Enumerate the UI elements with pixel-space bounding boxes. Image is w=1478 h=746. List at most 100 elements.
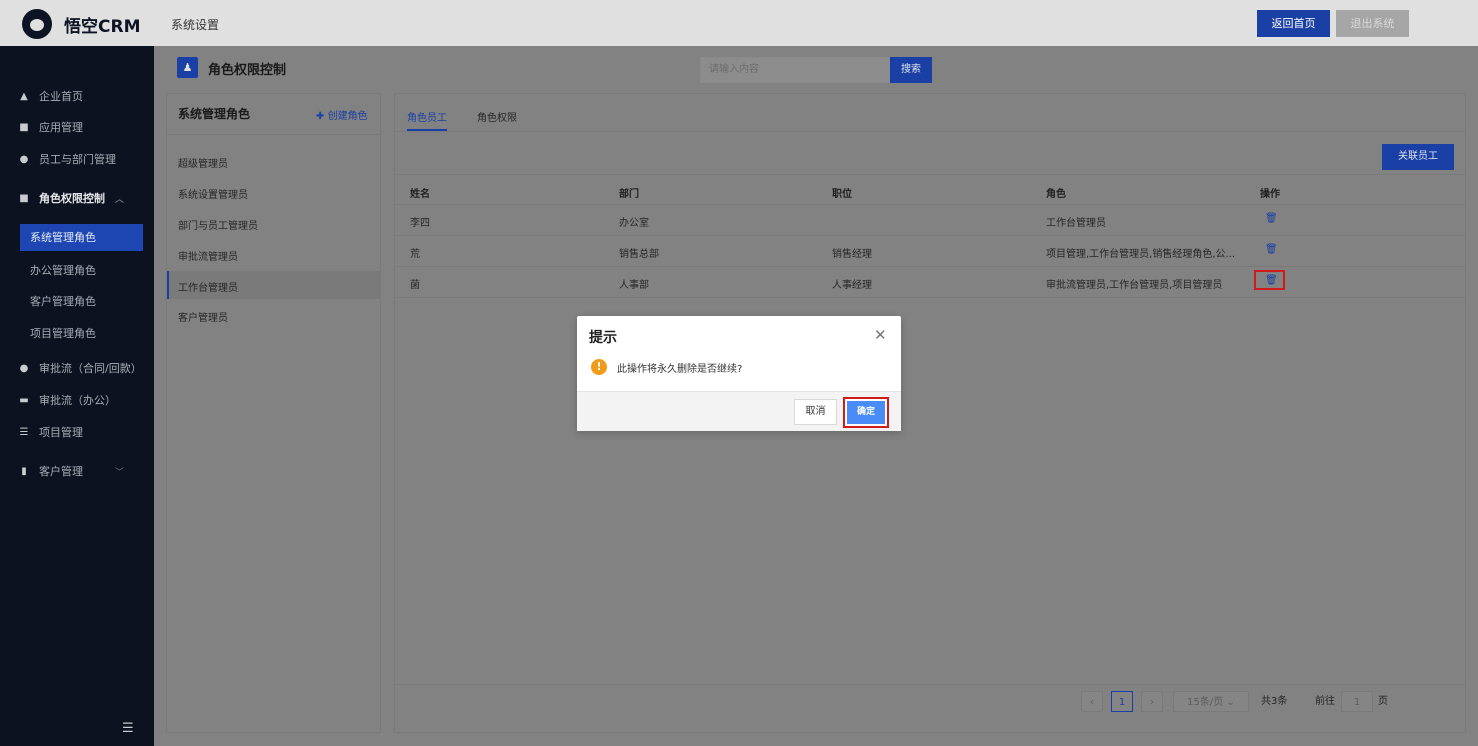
sidebar-item-employees[interactable]: ● 员工与部门管理 bbox=[18, 149, 116, 169]
monitor-icon: ▬ bbox=[19, 394, 29, 406]
exit-system-button[interactable]: 退出系统 bbox=[1336, 10, 1409, 37]
warning-icon: ! bbox=[591, 359, 607, 375]
page-number-current[interactable]: 1 bbox=[1111, 691, 1133, 712]
cell-dept: 销售总部 bbox=[619, 249, 659, 260]
create-role-button[interactable]: ✚ 创建角色 bbox=[316, 107, 368, 122]
create-role-label: 创建角色 bbox=[327, 111, 368, 122]
trash-icon[interactable]: 🗑 bbox=[1265, 244, 1278, 255]
role-panel: 系统管理角色 ✚ 创建角色 超级管理员 系统设置管理员 部门与员工管理员 审批流… bbox=[166, 93, 381, 733]
search-button[interactable]: 搜索 bbox=[890, 57, 932, 83]
goto-page-input[interactable]: 1 bbox=[1341, 691, 1373, 712]
page-unit-label: 页 bbox=[1378, 696, 1388, 707]
sidebar-item-projects[interactable]: ☰ 项目管理 bbox=[18, 422, 83, 442]
confirm-button[interactable]: 确定 bbox=[847, 401, 885, 424]
sidebar-sub-project-role[interactable]: 项目管理角色 bbox=[30, 325, 96, 341]
sidebar-sub-system-role[interactable]: 系统管理角色 bbox=[20, 224, 143, 251]
list-icon: ☰ bbox=[19, 426, 29, 438]
page-size-select[interactable]: 15条/页 ⌄ bbox=[1173, 691, 1249, 712]
top-bar: 悟空CRM 系统设置 返回首页 退出系统 bbox=[0, 0, 1478, 46]
cell-role: 工作台管理员 bbox=[1046, 218, 1106, 229]
cell-name: 菌 bbox=[410, 280, 420, 291]
sidebar-item-apps[interactable]: ■ 应用管理 bbox=[18, 117, 83, 137]
sidebar-item-permissions[interactable]: ■ 角色权限控制 ︿ bbox=[18, 188, 140, 208]
role-item[interactable]: 部门与员工管理员 bbox=[178, 217, 258, 232]
users-icon: ● bbox=[19, 153, 29, 165]
total-count: 共3条 bbox=[1261, 696, 1288, 707]
dialog-title: 提示 bbox=[589, 330, 617, 346]
page-size-value: 15条/页 bbox=[1187, 697, 1224, 708]
column-header-name: 姓名 bbox=[410, 189, 430, 200]
sidebar-item-approval-office[interactable]: ▬ 审批流（办公） bbox=[18, 390, 116, 410]
trash-icon[interactable]: 🗑 bbox=[1265, 275, 1278, 286]
sidebar-item-label: 项目管理 bbox=[39, 426, 83, 439]
sidebar-sub-customer-role[interactable]: 客户管理角色 bbox=[30, 293, 96, 309]
collapse-menu-icon[interactable]: ☰ bbox=[122, 721, 134, 736]
sidebar-item-label: 客户管理 bbox=[39, 465, 83, 478]
column-header-actions: 操作 bbox=[1260, 189, 1280, 200]
column-header-role: 角色 bbox=[1046, 189, 1066, 200]
pager-divider bbox=[395, 684, 1465, 685]
confirm-highlight-box: 确定 bbox=[843, 397, 889, 428]
table-row: 菌 人事部 人事经理 审批流管理员,工作台管理员,项目管理员 🗑 bbox=[395, 267, 1465, 298]
tab-role-members[interactable]: 角色员工 bbox=[407, 109, 447, 124]
cell-role: 审批流管理员,工作台管理员,项目管理员 bbox=[1046, 280, 1223, 291]
role-item[interactable]: 客户管理员 bbox=[178, 309, 228, 324]
close-icon[interactable]: ✕ bbox=[874, 326, 887, 344]
chevron-down-icon: ﹀ bbox=[114, 467, 124, 478]
role-item[interactable]: 超级管理员 bbox=[178, 155, 228, 170]
role-members-panel: 角色员工 角色权限 关联员工 姓名 部门 职位 角色 操作 李四 办公室 工作台… bbox=[394, 93, 1466, 733]
table-row: 荒 销售总部 销售经理 项目管理,工作台管理员,销售经理角色,公... 🗑 bbox=[395, 236, 1465, 267]
sidebar-item-label: 审批流（合同/回款） bbox=[39, 362, 142, 375]
chevron-down-icon: ⌄ bbox=[1226, 697, 1235, 708]
cell-position: 销售经理 bbox=[832, 249, 872, 260]
cell-dept: 人事部 bbox=[619, 280, 649, 291]
role-item[interactable]: 系统设置管理员 bbox=[178, 186, 248, 201]
column-header-dept: 部门 bbox=[619, 189, 639, 200]
sidebar-sub-office-role[interactable]: 办公管理角色 bbox=[30, 262, 96, 278]
home-icon: ▲ bbox=[20, 90, 28, 102]
table-header: 姓名 部门 职位 角色 操作 bbox=[395, 174, 1465, 205]
person-icon: ● bbox=[19, 362, 29, 374]
confirm-dialog: 提示 ✕ ! 此操作将永久删除是否继续? 取消 确定 bbox=[577, 316, 901, 431]
cell-dept: 办公室 bbox=[619, 218, 649, 229]
role-item-active[interactable]: 工作台管理员 bbox=[178, 279, 238, 294]
chevron-up-icon: ︿ bbox=[114, 194, 124, 205]
column-header-position: 职位 bbox=[832, 189, 852, 200]
apps-icon: ■ bbox=[19, 121, 29, 133]
page-title: 角色权限控制 bbox=[208, 63, 287, 78]
sidebar-item-label: 角色权限控制 bbox=[39, 192, 105, 205]
sidebar-item-customers[interactable]: ▮ 客户管理 ﹀ bbox=[18, 461, 140, 481]
goto-label: 前往 bbox=[1315, 696, 1335, 707]
link-employee-button[interactable]: 关联员工 bbox=[1382, 144, 1454, 170]
sidebar-item-home[interactable]: ▲ 企业首页 bbox=[18, 86, 83, 106]
sidebar-item-label: 应用管理 bbox=[39, 121, 83, 134]
return-home-button[interactable]: 返回首页 bbox=[1257, 10, 1330, 37]
sidebar-item-label: 审批流（办公） bbox=[39, 394, 116, 407]
tab-role-permissions[interactable]: 角色权限 bbox=[477, 109, 517, 124]
table-row: 李四 办公室 工作台管理员 🗑 bbox=[395, 205, 1465, 236]
search-input[interactable]: 请输入内容 bbox=[700, 57, 891, 83]
role-panel-title: 系统管理角色 bbox=[178, 107, 251, 121]
role-item[interactable]: 审批流管理员 bbox=[178, 248, 238, 263]
dialog-message: 此操作将永久删除是否继续? bbox=[617, 364, 743, 375]
sidebar-item-label: 企业首页 bbox=[39, 90, 83, 103]
trash-icon[interactable]: 🗑 bbox=[1265, 213, 1278, 224]
next-page-button[interactable]: › bbox=[1141, 691, 1163, 712]
prev-page-button[interactable]: ‹ bbox=[1081, 691, 1103, 712]
user-badge-icon: ♟ bbox=[177, 57, 198, 78]
cell-role: 项目管理,工作台管理员,销售经理角色,公... bbox=[1046, 249, 1236, 260]
cancel-button[interactable]: 取消 bbox=[794, 399, 837, 425]
building-icon: ▮ bbox=[21, 465, 27, 477]
monkey-logo-icon bbox=[22, 9, 52, 39]
app-logo-text: 悟空CRM bbox=[64, 17, 141, 37]
cell-name: 李四 bbox=[410, 218, 430, 229]
sidebar-item-approval-contract[interactable]: ● 审批流（合同/回款） bbox=[18, 358, 142, 378]
sidebar-item-label: 员工与部门管理 bbox=[39, 153, 116, 166]
cell-name: 荒 bbox=[410, 249, 420, 260]
permission-icon: ■ bbox=[19, 192, 29, 204]
sidebar: ▲ 企业首页 ■ 应用管理 ● 员工与部门管理 ■ 角色权限控制 ︿ 系统管理角… bbox=[0, 46, 154, 746]
cell-position: 人事经理 bbox=[832, 280, 872, 291]
section-title: 系统设置 bbox=[171, 18, 220, 32]
plus-circle-icon: ✚ bbox=[316, 111, 325, 122]
tab-divider bbox=[395, 131, 1465, 132]
